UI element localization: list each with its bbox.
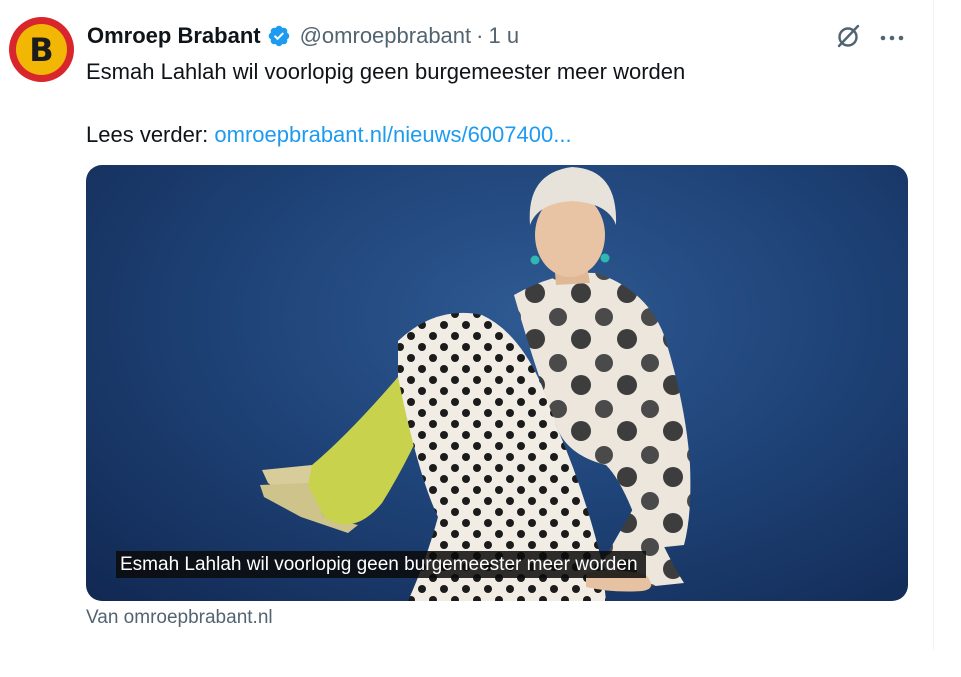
link-source[interactable]: Van omroepbrabant.nl xyxy=(86,607,273,629)
photo-person-icon xyxy=(260,167,691,601)
avatar-logo: B xyxy=(16,24,67,75)
grok-icon[interactable] xyxy=(834,22,862,50)
article-link[interactable]: omroepbrabant.nl/nieuws/6007400... xyxy=(214,122,571,147)
author-name[interactable]: Omroep Brabant xyxy=(87,23,261,49)
timestamp[interactable]: 1 u xyxy=(488,23,519,49)
author-handle[interactable]: @omroepbrabant xyxy=(300,23,472,49)
media-card[interactable] xyxy=(86,165,908,601)
media-caption: Esmah Lahlah wil voorlopig geen burgemee… xyxy=(116,551,646,578)
tweet-text: Esmah Lahlah wil voorlopig geen burgemee… xyxy=(86,59,686,84)
header-separator: · xyxy=(476,23,484,48)
more-options-icon[interactable] xyxy=(878,24,906,52)
tweet-header: Omroep Brabant @omroepbrabant · 1 u xyxy=(87,21,519,51)
verified-badge-icon[interactable] xyxy=(267,24,291,48)
avatar[interactable]: B xyxy=(9,17,74,82)
read-more-label: Lees verder: xyxy=(86,122,209,147)
read-more-line: Lees verder: omroepbrabant.nl/nieuws/600… xyxy=(86,121,572,149)
timeline-divider xyxy=(933,0,934,650)
